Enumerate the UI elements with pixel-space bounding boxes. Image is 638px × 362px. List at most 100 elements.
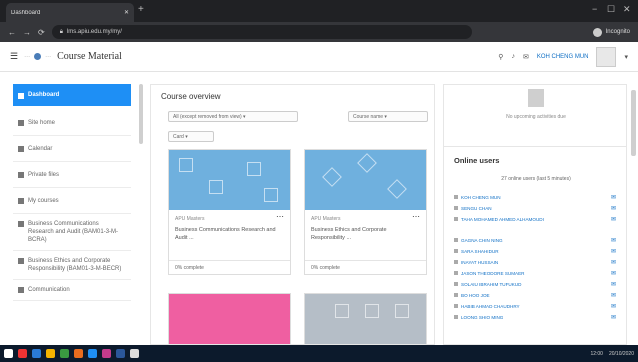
sidebar-item-dashboard[interactable]: Dashboard: [13, 84, 131, 106]
maximize-icon[interactable]: ☐: [607, 4, 615, 15]
sidebar-item-my-courses[interactable]: My courses: [13, 188, 131, 214]
taskbar-app-icon[interactable]: [116, 349, 125, 358]
user-icon: [454, 282, 458, 286]
taskbar-app-icon[interactable]: [130, 349, 139, 358]
taskbar-app-icon[interactable]: [74, 349, 83, 358]
online-user-name[interactable]: BO HOO JOE: [461, 293, 490, 298]
view-dropdown[interactable]: Card ▾: [168, 131, 214, 142]
message-icon[interactable]: ✉: [611, 237, 616, 244]
browser-tab[interactable]: Dashboard ✕: [6, 3, 134, 22]
taskbar-app-icon[interactable]: [32, 349, 41, 358]
tab-close-icon[interactable]: ✕: [124, 9, 129, 16]
course-image[interactable]: [305, 294, 426, 344]
course-card[interactable]: [168, 293, 291, 344]
avatar[interactable]: [596, 46, 617, 67]
online-user-item[interactable]: BO HOO JOE ✉: [454, 291, 624, 299]
sidebar-item-course-communication[interactable]: Communication: [13, 280, 131, 301]
online-user-item[interactable]: JASON THEODORE SUMAER ✉: [454, 269, 624, 277]
message-icon[interactable]: ✉: [611, 194, 616, 201]
profile-button[interactable]: Incognito: [592, 27, 630, 37]
online-user-name[interactable]: JASON THEODORE SUMAER: [461, 271, 524, 276]
message-icon[interactable]: ✉: [611, 292, 616, 299]
online-user-item[interactable]: INAYAT HUSSAIN ✉: [454, 258, 624, 266]
online-user-name[interactable]: SENGU CHAN: [461, 206, 492, 211]
reload-icon[interactable]: ⟳: [38, 28, 45, 37]
message-icon[interactable]: ✉: [611, 281, 616, 288]
new-tab-icon[interactable]: +: [138, 5, 144, 15]
url-input[interactable]: 🔒︎ lms.apiu.edu.my/my/: [51, 25, 472, 39]
online-user-name[interactable]: SARA SHAHIDUR: [461, 249, 499, 254]
online-user-name[interactable]: INAYAT HUSSAIN: [461, 260, 498, 265]
forward-icon[interactable]: →: [23, 28, 31, 37]
minimize-icon[interactable]: −: [592, 4, 597, 14]
message-icon[interactable]: ✉: [611, 259, 616, 266]
online-user-name[interactable]: HABIB AHMAD CHAUDHRY: [461, 304, 520, 309]
messages-icon[interactable]: ✉: [523, 53, 529, 61]
calendar-icon: [528, 89, 544, 107]
online-user-item[interactable]: GAGNA CHIN NING ✉: [454, 236, 624, 244]
taskbar-app-icon[interactable]: [60, 349, 69, 358]
course-card[interactable]: APU Masters Business Ethics and Corporat…: [304, 149, 427, 275]
online-user-item[interactable]: TAHA MOHAMED AHMED ALHAMOUDI ✉: [454, 215, 624, 223]
course-image[interactable]: [169, 150, 290, 210]
online-user-name[interactable]: KOH CHENG MUN: [461, 195, 501, 200]
online-user-name[interactable]: TAHA MOHAMED AHMED ALHAMOUDI: [461, 217, 544, 222]
taskbar-app-icon[interactable]: [18, 349, 27, 358]
online-user-name[interactable]: LOONG SHIO MING: [461, 315, 503, 320]
close-window-icon[interactable]: ✕: [623, 4, 631, 15]
taskbar-app-icon[interactable]: [102, 349, 111, 358]
more-icon[interactable]: ⋯: [276, 213, 284, 221]
site-logo[interactable]: [34, 53, 42, 60]
sidebar-item-site-home[interactable]: Site home: [13, 110, 131, 136]
sidebar-item-private-files[interactable]: Private files: [13, 162, 131, 188]
clock-time[interactable]: 12:00: [590, 351, 603, 357]
user-menu-icon[interactable]: ▾: [624, 53, 628, 61]
windows-start-icon[interactable]: [4, 349, 13, 358]
message-icon[interactable]: ✉: [611, 248, 616, 255]
course-name-link[interactable]: Business Communications Research and Aud…: [175, 226, 284, 242]
sidebar-item-label: Private files: [28, 171, 60, 178]
online-user-item[interactable]: HABIB AHMAD CHAUDHRY ✉: [454, 302, 624, 310]
course-card[interactable]: APU Masters Business Communications Rese…: [168, 149, 291, 275]
course-image[interactable]: [305, 150, 426, 210]
menu-icon[interactable]: ☰: [10, 51, 18, 62]
course-image[interactable]: [169, 294, 290, 344]
sidebar: Dashboard Site home Calendar Private fil…: [13, 84, 131, 345]
sidebar-item-calendar[interactable]: Calendar: [13, 136, 131, 162]
taskbar-app-icon[interactable]: [46, 349, 55, 358]
online-user-item[interactable]: SARA SHAHIDUR ✉: [454, 247, 624, 255]
online-user-item[interactable]: SENGU CHAN ✉: [454, 204, 624, 212]
clock-date[interactable]: 20/10/2020: [609, 351, 634, 357]
sort-dropdown[interactable]: Course name ▾: [348, 111, 428, 122]
page-scrollbar[interactable]: [631, 90, 636, 156]
more-icon[interactable]: ⋯: [412, 213, 420, 221]
sidebar-item-label: My courses: [28, 197, 59, 204]
online-user-name[interactable]: GAGNA CHIN NING: [461, 238, 503, 243]
sidebar-item-course-becr[interactable]: Business Ethics and Corporate Responsibi…: [13, 251, 131, 280]
home-link[interactable]: ···: [24, 54, 30, 60]
search-icon[interactable]: ⚲: [498, 53, 503, 61]
user-icon: [454, 217, 458, 221]
user-name[interactable]: KOH CHENG MUN: [537, 54, 589, 60]
filter-dropdown[interactable]: All (except removed from view) ▾: [168, 111, 298, 122]
back-icon[interactable]: ←: [8, 28, 16, 37]
message-icon[interactable]: ✉: [611, 303, 616, 310]
course-name-link[interactable]: Business Ethics and Corporate Responsibi…: [311, 226, 420, 242]
sidebar-item-label: Calendar: [28, 145, 53, 152]
message-icon[interactable]: ✉: [611, 205, 616, 212]
navbar-actions: ⚲ ♪ ✉ KOH CHENG MUN ▾: [498, 46, 628, 67]
dashboard-icon: [18, 92, 24, 99]
notification-icon[interactable]: ♪: [511, 53, 515, 60]
page: ☰ ··· ··· Course Material ⚲ ♪ ✉ KOH CHEN…: [0, 42, 638, 345]
online-user-item[interactable]: SOLAIU IBRAHIM TUFUKUD ✉: [454, 280, 624, 288]
online-user-name[interactable]: SOLAIU IBRAHIM TUFUKUD: [461, 282, 521, 287]
sidebar-item-course-bcra[interactable]: Business Communications Research and Aud…: [13, 214, 131, 251]
taskbar-app-icon[interactable]: [88, 349, 97, 358]
message-icon[interactable]: ✉: [611, 216, 616, 223]
message-icon[interactable]: ✉: [611, 270, 616, 277]
course-card[interactable]: [304, 293, 427, 344]
sidebar-scrollbar[interactable]: [139, 84, 143, 144]
message-icon[interactable]: ✉: [611, 314, 616, 321]
online-user-item[interactable]: KOH CHENG MUN ✉: [454, 193, 624, 201]
online-user-item[interactable]: LOONG SHIO MING ✉: [454, 313, 624, 321]
